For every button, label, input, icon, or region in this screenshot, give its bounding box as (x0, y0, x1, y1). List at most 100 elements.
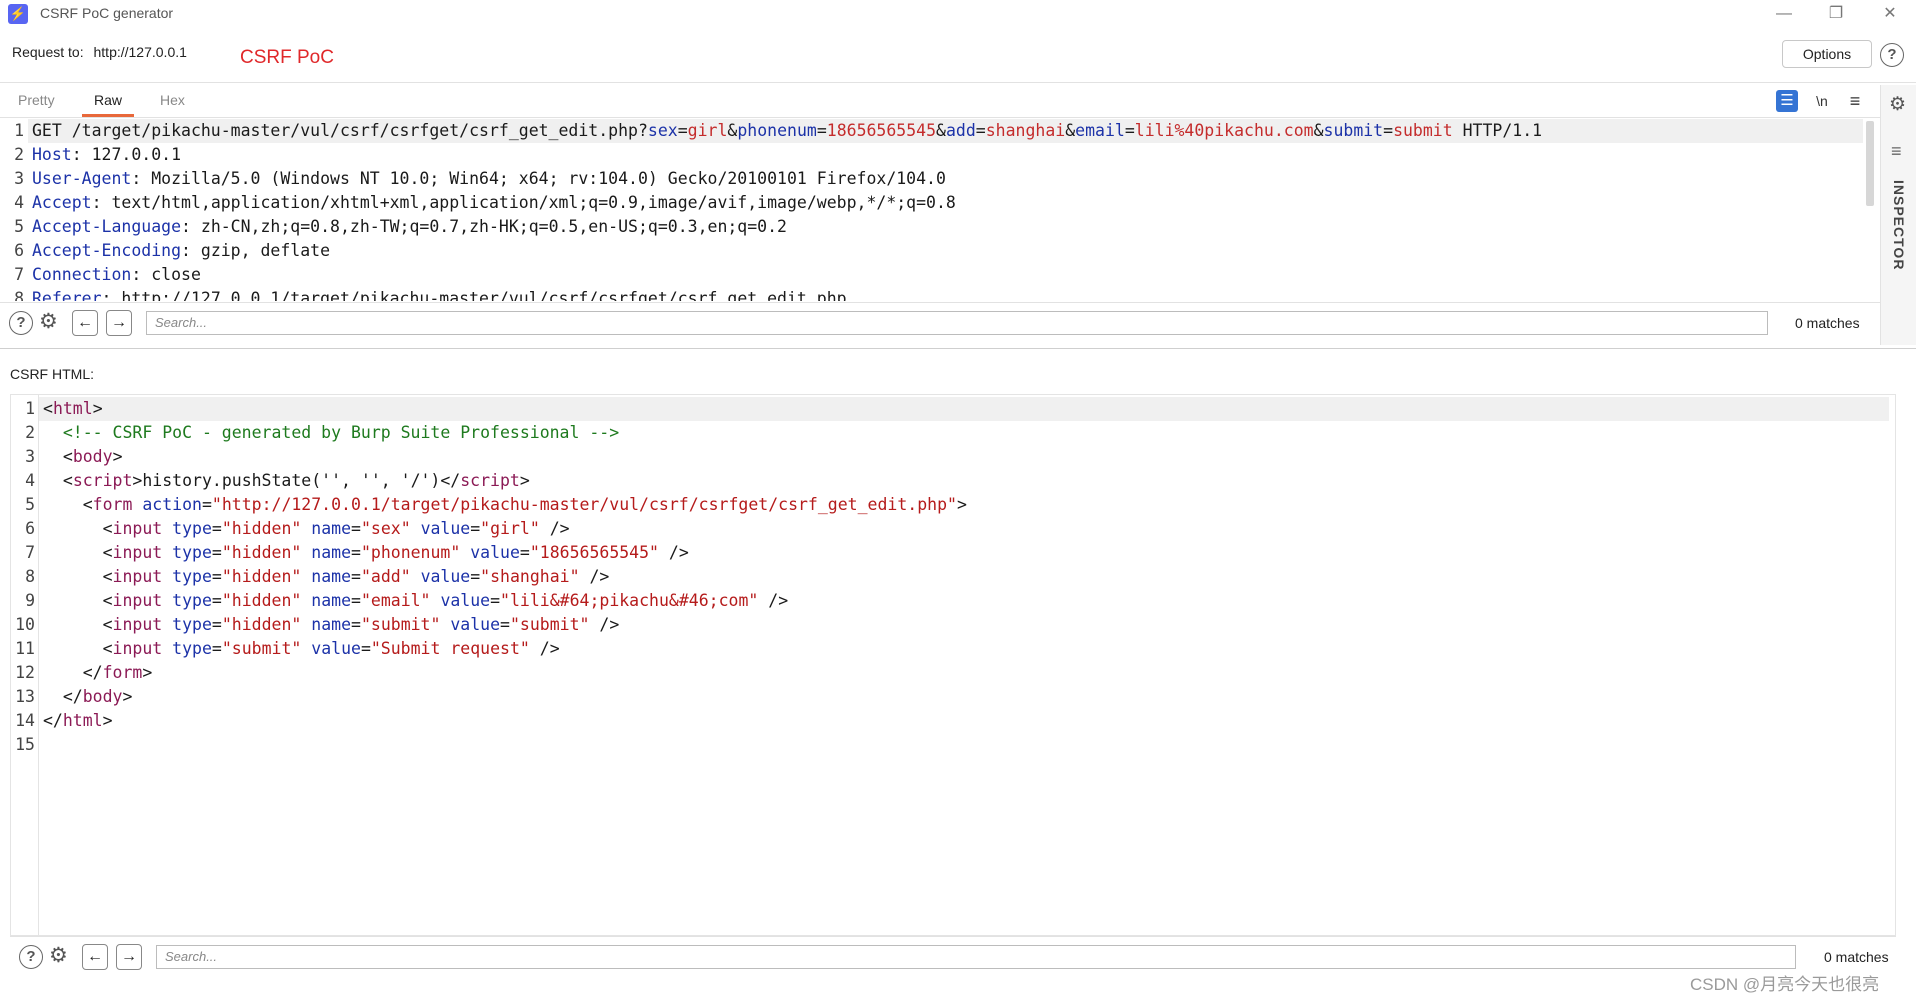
next-arrow-icon[interactable]: → (116, 944, 142, 970)
line-number: 6 (25, 519, 35, 538)
tab-raw[interactable]: Raw (82, 92, 135, 117)
inspector-label[interactable]: INSPECTOR (1891, 180, 1907, 270)
code-token: /> (529, 639, 560, 658)
line-number: 8 (14, 289, 24, 301)
code-token: "lili&#64;pikachu&#46;com" (500, 591, 759, 610)
help-icon[interactable]: ? (9, 311, 33, 335)
code-token: type (172, 567, 212, 586)
app-lightning-icon: ⚡ (8, 4, 28, 24)
code-token: form (92, 495, 133, 514)
line-number: 2 (25, 423, 35, 442)
code-token: type (172, 615, 212, 634)
line-number: 4 (25, 471, 35, 490)
request-to: Request to: http://127.0.0.1 (12, 44, 187, 60)
settings-gear-icon[interactable]: ⚙ (39, 310, 58, 334)
prev-arrow-icon[interactable]: ← (82, 944, 108, 970)
line-number: 1 (25, 399, 35, 418)
request-editor[interactable]: 1 GET /target/pikachu-master/vul/csrf/csr… (0, 119, 1864, 301)
code-token: = (470, 567, 481, 586)
current-line-highlight (39, 397, 1889, 421)
minimize-button[interactable]: — (1764, 2, 1804, 26)
line-number: 3 (25, 447, 35, 466)
code-line: <input type="hidden" name="sex" value="g… (43, 517, 570, 541)
code-token: "email" (360, 591, 431, 610)
menu-icon[interactable]: ≡ (1844, 90, 1866, 112)
code-token: "add" (360, 567, 411, 586)
code-token: /> (589, 615, 620, 634)
code-token: = (519, 543, 530, 562)
inspector-settings-icon[interactable]: ⚙ (1889, 93, 1906, 117)
code-token: >history.pushState('', '', '/')</ (132, 471, 461, 490)
csrf-html-editor[interactable]: 1 <html> 2 <!-- CSRF PoC - generated by Bu… (11, 397, 1895, 933)
request-search-input[interactable]: Search... (146, 311, 1768, 335)
line-number: 5 (14, 217, 24, 236)
code-token: < (43, 399, 53, 418)
code-token: = (1383, 121, 1394, 140)
newline-toggle[interactable]: \n (1811, 90, 1833, 112)
code-token: input (112, 639, 163, 658)
code-token: = (677, 121, 688, 140)
request-scrollbar[interactable] (1866, 121, 1874, 206)
word-wrap-icon[interactable]: ☰ (1776, 90, 1798, 112)
tab-pretty[interactable]: Pretty (18, 92, 55, 114)
code-token: "hidden" (221, 567, 302, 586)
code-token: "sex" (360, 519, 411, 538)
next-arrow-icon[interactable]: → (106, 310, 132, 336)
html-search-input[interactable]: Search... (156, 945, 1796, 969)
code-token: input (112, 591, 163, 610)
code-token: & (1065, 121, 1076, 140)
code-line: User-Agent: Mozilla/5.0 (Windows NT 10.0… (32, 167, 946, 191)
help-icon[interactable]: ? (19, 945, 43, 969)
code-token: = (975, 121, 986, 140)
options-button[interactable]: Options (1782, 40, 1872, 68)
code-token: /> (579, 567, 610, 586)
title-bar: ⚡ CSRF PoC generator — ❐ ✕ (0, 0, 1916, 27)
code-line: <script>history.pushState('', '', '/')</… (43, 469, 530, 493)
code-token: type (172, 639, 212, 658)
code-token: : text/html,application/xhtml+xml,applic… (91, 193, 956, 212)
code-token: > (122, 687, 133, 706)
code-line: </form> (43, 661, 153, 685)
line-number: 6 (14, 241, 24, 260)
header-divider (0, 82, 1916, 83)
code-token: & (936, 121, 946, 140)
line-number: 9 (25, 591, 35, 610)
code-token: 18656565545 (826, 121, 937, 140)
code-token: type (172, 591, 212, 610)
code-token: Connection (32, 265, 132, 284)
html-matches-count: 0 matches (1824, 949, 1889, 965)
code-token: < (43, 567, 113, 586)
code-token: value (420, 519, 471, 538)
code-token: HTTP/1.1 (1452, 121, 1543, 140)
code-token: name (311, 543, 352, 562)
code-token: girl (687, 121, 728, 140)
code-token: "hidden" (221, 591, 302, 610)
code-token: email (1075, 121, 1125, 140)
prev-arrow-icon[interactable]: ← (72, 310, 98, 336)
csrf-html-label: CSRF HTML: (10, 366, 94, 382)
code-token: "hidden" (221, 615, 302, 634)
help-icon[interactable]: ? (1880, 43, 1904, 67)
code-token: GET /target/pikachu-master/vul/csrf/csrf… (32, 121, 648, 140)
close-button[interactable]: ✕ (1870, 2, 1910, 26)
code-line: Accept: text/html,application/xhtml+xml,… (32, 191, 956, 215)
code-token: < (43, 591, 113, 610)
inspector-list-icon[interactable]: ≡ (1891, 141, 1902, 162)
code-token: "shanghai" (480, 567, 580, 586)
code-token: "http://127.0.0.1/target/pikachu-master/… (211, 495, 957, 514)
code-line: <body> (43, 445, 123, 469)
restore-button[interactable]: ❐ (1816, 2, 1856, 26)
code-token: "submit" (360, 615, 441, 634)
request-to-label: Request to: (12, 44, 84, 60)
line-number: 15 (15, 735, 35, 754)
code-token: sex (647, 121, 678, 140)
tab-hex[interactable]: Hex (160, 92, 185, 114)
settings-gear-icon[interactable]: ⚙ (49, 944, 68, 968)
code-token: shanghai (985, 121, 1066, 140)
